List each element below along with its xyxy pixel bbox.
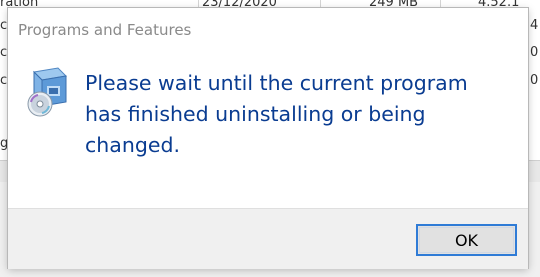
ok-button[interactable]: OK xyxy=(416,224,517,256)
list-row-edge-text: 4 xyxy=(530,18,539,33)
programs-and-features-dialog: Programs and Features Please wait until … xyxy=(8,8,528,269)
programs-and-features-icon xyxy=(24,66,72,118)
column-divider xyxy=(320,0,321,8)
dialog-body: Programs and Features Please wait until … xyxy=(8,8,528,208)
list-row-edge-text: c xyxy=(0,45,8,60)
list-row-edge-text: c xyxy=(0,18,8,33)
list-row-edge-text: c xyxy=(0,73,8,88)
ok-button-label: OK xyxy=(454,230,479,250)
column-divider xyxy=(198,0,199,8)
list-row-edge-text: 0 xyxy=(530,73,539,88)
list-row-edge-text: 0 xyxy=(530,45,539,60)
dialog-title: Programs and Features xyxy=(18,21,192,39)
dialog-message: Please wait until the current program ha… xyxy=(85,71,468,157)
column-divider xyxy=(440,0,441,8)
